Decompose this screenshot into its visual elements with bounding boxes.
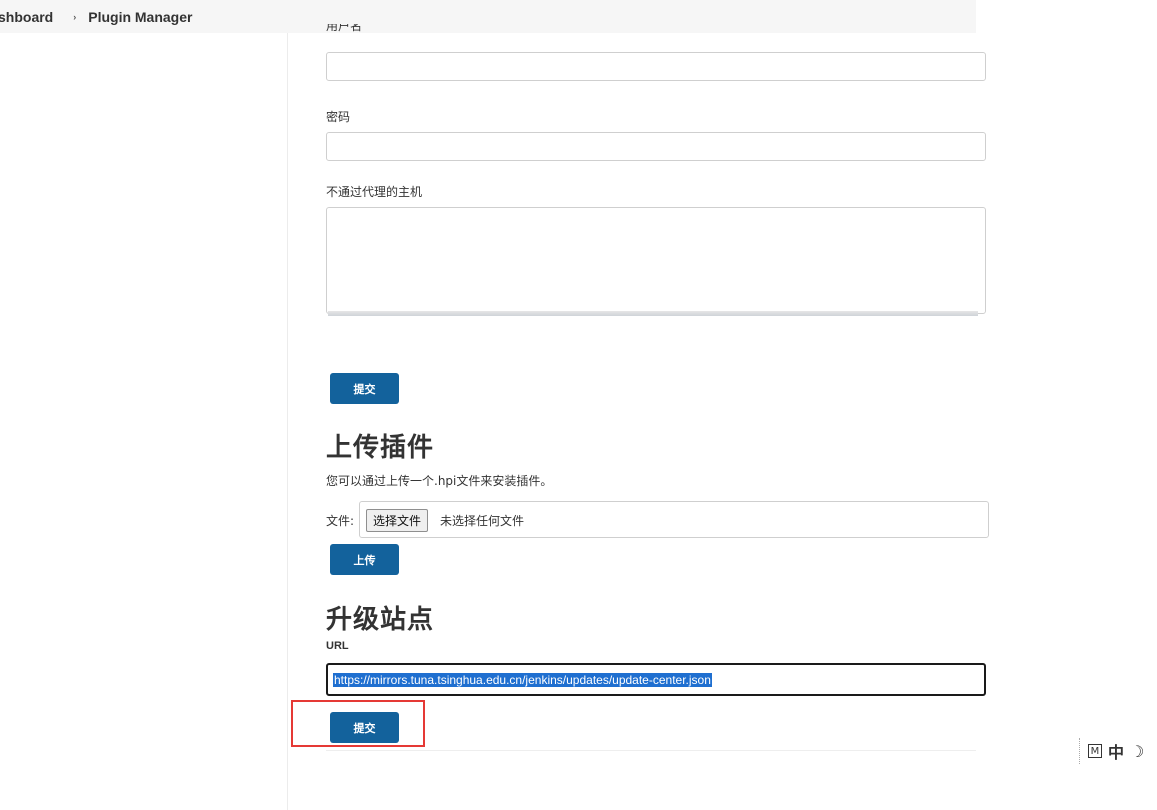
ime-toolbar: M 中 ☽ [1079,738,1157,764]
chevron-right-icon: › [73,11,77,22]
breadcrumb-plugin-manager[interactable]: Plugin Manager [88,9,192,25]
username-label: 用户名 [326,24,363,33]
upload-plugin-heading: 上传插件 [326,433,435,463]
file-status: 未选择任何文件 [440,514,525,528]
upload-description: 您可以通过上传一个.hpi文件来安装插件。 [326,474,553,488]
highlight-annotation [291,700,425,747]
upload-button[interactable]: 上传 [330,544,399,575]
moon-icon[interactable]: ☽ [1130,742,1144,761]
ime-language-toggle[interactable]: 中 [1108,739,1124,763]
url-label: URL [326,640,349,652]
password-field[interactable] [326,132,986,161]
update-site-url-value: https://mirrors.tuna.tsinghua.edu.cn/jen… [333,673,712,687]
divider [326,750,976,751]
password-label: 密码 [326,110,351,124]
username-field[interactable] [326,52,986,81]
no-proxy-hosts-label: 不通过代理的主机 [326,185,423,199]
choose-file-button[interactable]: 选择文件 [366,509,429,532]
file-label: 文件: [326,514,355,528]
update-site-heading: 升级站点 [326,605,435,635]
breadcrumb: shboard › Plugin Manager [0,0,976,33]
ime-mode-icon[interactable]: M [1088,744,1102,758]
sidebar-divider [287,33,288,810]
no-proxy-hosts-textarea[interactable] [326,207,986,314]
breadcrumb-dashboard[interactable]: shboard [0,9,53,25]
textarea-resize-handle[interactable] [328,311,978,316]
proxy-submit-button[interactable]: 提交 [330,373,399,404]
